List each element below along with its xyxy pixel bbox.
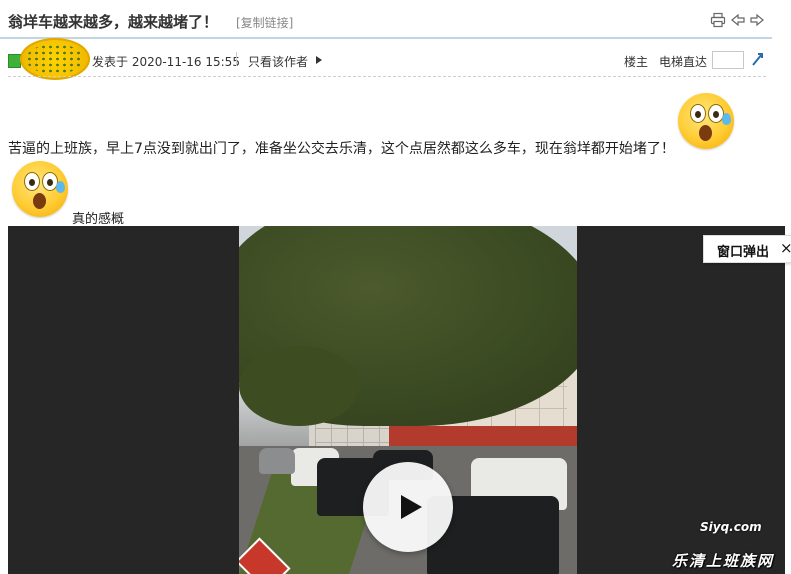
emoji-eye <box>24 172 40 191</box>
triangle-right-icon <box>316 56 322 64</box>
video-tree <box>239 346 359 426</box>
popout-window-button[interactable]: 窗口弹出 × <box>703 235 791 263</box>
emoji-mouth <box>699 125 712 141</box>
sweat-drop-icon <box>722 113 731 125</box>
print-icon[interactable] <box>710 12 726 28</box>
surprised-emoji-icon <box>678 93 734 149</box>
close-icon[interactable]: × <box>780 239 791 257</box>
post-caption: 真的感概 <box>72 212 125 227</box>
post-body-text: 苦逼的上班族，早上7点没到就出门了，准备坐公交去乐清，这个点居然都这么多车，现在… <box>8 141 675 157</box>
watermark-site-name: 乐清上班族网 <box>672 552 775 570</box>
elevator-label: 电梯直达 <box>659 55 708 69</box>
meta-divider <box>8 76 766 77</box>
popout-label: 窗口弹出 <box>717 245 770 260</box>
copy-link[interactable]: [复制链接] <box>236 14 293 31</box>
avatar[interactable] <box>20 38 90 80</box>
go-arrow-icon-svg <box>752 53 763 66</box>
video-car <box>259 448 295 474</box>
video-player[interactable] <box>8 226 785 574</box>
online-status-icon <box>8 54 21 68</box>
sweat-drop-icon <box>56 181 65 193</box>
play-icon[interactable] <box>363 462 453 552</box>
emoji-eye <box>690 104 706 123</box>
next-thread-icon-svg <box>750 13 764 27</box>
header-divider <box>0 37 772 39</box>
surprised-emoji-icon <box>12 161 68 217</box>
floor-label: 楼主 <box>624 55 649 69</box>
watermark-logo: Siyq.com <box>700 520 762 534</box>
only-author-link[interactable]: 只看该作者 <box>248 53 308 70</box>
thread-title: 翁垟车越来越多，越来越堵了！ <box>8 13 219 31</box>
emoji-mouth <box>33 193 46 209</box>
print-icon-svg <box>710 12 726 28</box>
prev-thread-icon[interactable] <box>730 12 746 28</box>
meta-separator <box>236 52 237 66</box>
post-time: 发表于 2020-11-16 15:55 <box>92 55 240 69</box>
next-thread-icon[interactable] <box>749 12 765 28</box>
go-arrow-icon[interactable] <box>750 50 766 68</box>
floor-jump-input[interactable] <box>712 51 744 69</box>
prev-thread-icon-svg <box>731 13 745 27</box>
